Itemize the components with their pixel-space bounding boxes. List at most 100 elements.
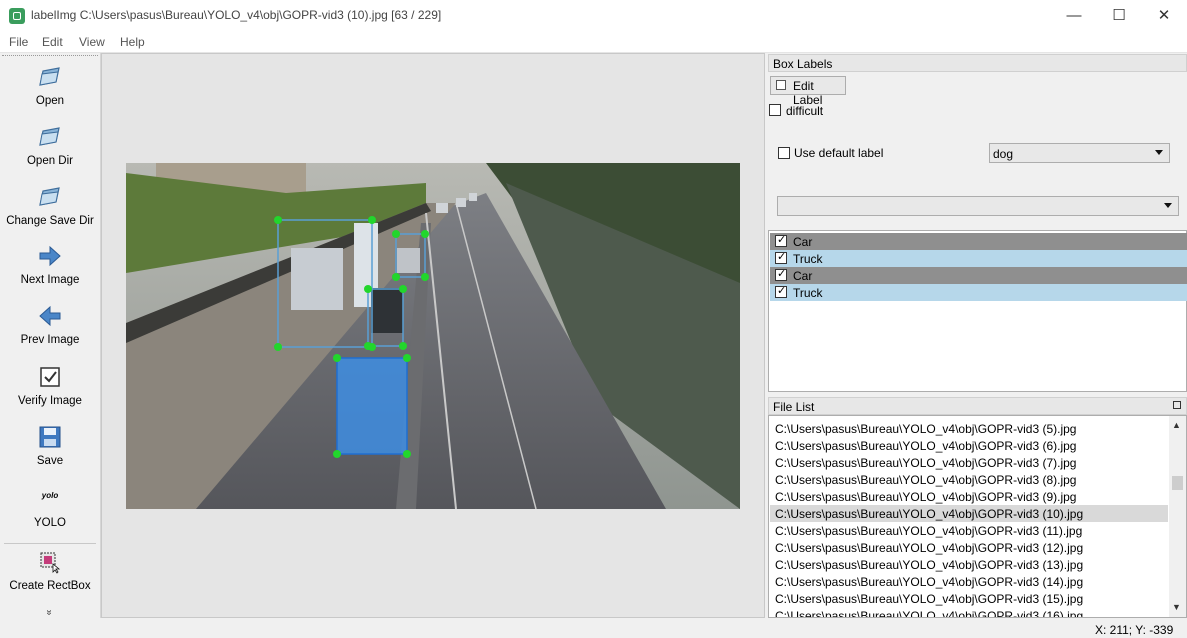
truck-box (277, 219, 373, 348)
next-image-label: Next Image (20, 274, 80, 286)
menu-help[interactable]: Help (120, 35, 145, 49)
box-labels-title: Box Labels (768, 54, 1187, 72)
selected-car-box (336, 357, 408, 455)
file-path: C:\Users\pasus\Bureau\YOLO_v4\obj\GOPR-v… (775, 473, 1077, 487)
file-path: C:\Users\pasus\Bureau\YOLO_v4\obj\GOPR-v… (775, 524, 1083, 538)
file-path: C:\Users\pasus\Bureau\YOLO_v4\obj\GOPR-v… (775, 490, 1077, 504)
chevron-down-icon (1155, 150, 1163, 155)
title-bar: labelImg C:\Users\pasus\Bureau\YOLO_v4\o… (0, 0, 1187, 31)
close-button[interactable]: ✕ (1141, 0, 1187, 31)
menu-edit[interactable]: Edit (42, 35, 63, 49)
scroll-down-icon[interactable]: ▼ (1172, 602, 1181, 612)
minimize-button[interactable]: — (1051, 0, 1097, 31)
open-label: Open (35, 95, 65, 107)
edit-label-button[interactable]: Edit Label (770, 76, 846, 107)
create-rectbox-label: Create RectBox (9, 580, 91, 592)
image-canvas[interactable] (101, 53, 765, 618)
file-list-item[interactable]: C:\Users\pasus\Bureau\YOLO_v4\obj\GOPR-v… (770, 556, 1168, 573)
file-list-scrollbar[interactable]: ▲ ▼ (1169, 416, 1186, 617)
default-label-select[interactable]: dog (989, 143, 1170, 163)
file-path: C:\Users\pasus\Bureau\YOLO_v4\obj\GOPR-v… (775, 439, 1077, 453)
create-rectbox-button[interactable]: Create RectBox (0, 550, 100, 592)
prev-image-button[interactable]: Prev Image (0, 304, 100, 346)
file-list-item[interactable]: C:\Users\pasus\Bureau\YOLO_v4\obj\GOPR-v… (770, 437, 1168, 454)
menu-bar: File Edit View Help (0, 31, 1187, 53)
file-path: C:\Users\pasus\Bureau\YOLO_v4\obj\GOPR-v… (775, 507, 1084, 521)
annotated-image[interactable] (126, 163, 740, 509)
difficult-label: difficult (786, 104, 824, 118)
save-button[interactable]: Save (0, 425, 100, 467)
difficult-checkbox[interactable] (769, 104, 781, 116)
file-list-item[interactable]: C:\Users\pasus\Bureau\YOLO_v4\obj\GOPR-v… (770, 471, 1168, 488)
file-list-item[interactable]: C:\Users\pasus\Bureau\YOLO_v4\obj\GOPR-v… (770, 573, 1168, 590)
checkbox-check-icon (40, 367, 60, 387)
toolbar-grip[interactable] (2, 55, 98, 59)
arrow-right-icon (39, 245, 61, 267)
file-path: C:\Users\pasus\Bureau\YOLO_v4\obj\GOPR-v… (775, 558, 1084, 572)
draw-rectbox-icon (40, 552, 61, 574)
save-label: Save (36, 455, 64, 467)
verify-image-button[interactable]: Verify Image (0, 365, 100, 407)
file-list: C:\Users\pasus\Bureau\YOLO_v4\obj\GOPR-v… (768, 415, 1187, 618)
arrow-left-icon (39, 305, 61, 327)
open-dir-label: Open Dir (26, 155, 74, 167)
cursor-position-status: X: 211; Y: -339 (1095, 623, 1174, 637)
menu-file[interactable]: File (9, 35, 28, 49)
use-default-label-text: Use default label (794, 146, 884, 160)
label-list-item[interactable]: Truck (770, 284, 1187, 301)
file-list-item[interactable]: C:\Users\pasus\Bureau\YOLO_v4\obj\GOPR-v… (770, 522, 1168, 539)
edit-icon (776, 80, 786, 90)
change-save-dir-button[interactable]: Change Save Dir (0, 185, 100, 227)
use-default-label-checkbox[interactable] (778, 147, 790, 159)
format-yolo-label: YOLO (34, 517, 66, 529)
window-title: labelImg C:\Users\pasus\Bureau\YOLO_v4\o… (31, 8, 442, 22)
toolbar-divider (4, 543, 96, 544)
file-path: C:\Users\pasus\Bureau\YOLO_v4\obj\GOPR-v… (775, 422, 1077, 436)
open-button[interactable]: Open (0, 65, 100, 107)
file-path: C:\Users\pasus\Bureau\YOLO_v4\obj\GOPR-v… (775, 609, 1084, 618)
menu-view[interactable]: View (79, 35, 105, 49)
label-list-item[interactable]: Truck (770, 250, 1187, 267)
file-path: C:\Users\pasus\Bureau\YOLO_v4\obj\GOPR-v… (775, 575, 1084, 589)
file-list-item[interactable]: C:\Users\pasus\Bureau\YOLO_v4\obj\GOPR-v… (770, 607, 1168, 618)
file-list-item[interactable]: C:\Users\pasus\Bureau\YOLO_v4\obj\GOPR-v… (770, 539, 1168, 556)
dock-float-icon[interactable] (1173, 401, 1181, 409)
scrollbar-thumb[interactable] (1172, 476, 1183, 490)
next-image-button[interactable]: Next Image (0, 244, 100, 286)
open-dir-button[interactable]: Open Dir (0, 125, 100, 167)
floppy-disk-icon (39, 426, 61, 448)
verify-image-label: Verify Image (18, 395, 82, 407)
folder-open-icon (39, 67, 60, 86)
toolbar-extension-button[interactable]: » (43, 607, 54, 618)
label-list-item[interactable]: Car (770, 233, 1187, 250)
label-visible-checkbox[interactable] (775, 233, 787, 247)
folder-open-icon (39, 127, 60, 146)
scroll-up-icon[interactable]: ▲ (1172, 420, 1181, 430)
default-label-value: dog (993, 147, 1014, 161)
file-path: C:\Users\pasus\Bureau\YOLO_v4\obj\GOPR-v… (775, 456, 1077, 470)
truck-box (395, 233, 426, 278)
label-list-item[interactable]: Car (770, 267, 1187, 284)
file-path: C:\Users\pasus\Bureau\YOLO_v4\obj\GOPR-v… (775, 592, 1084, 606)
file-list-item[interactable]: C:\Users\pasus\Bureau\YOLO_v4\obj\GOPR-v… (770, 454, 1168, 471)
app-icon (9, 8, 25, 24)
car-box (367, 288, 404, 347)
change-save-dir-label: Change Save Dir (6, 215, 94, 227)
bounding-box-overlay[interactable] (126, 163, 740, 509)
label-name: Truck (793, 252, 823, 266)
format-yolo-button[interactable]: yolo YOLO (0, 487, 100, 529)
file-path: C:\Users\pasus\Bureau\YOLO_v4\obj\GOPR-v… (775, 541, 1084, 555)
label-name: Car (793, 235, 813, 249)
file-list-item[interactable]: C:\Users\pasus\Bureau\YOLO_v4\obj\GOPR-v… (770, 420, 1168, 437)
folder-open-icon (39, 187, 60, 206)
toolbar: Open Open Dir Change Save Dir Next Image… (0, 53, 101, 618)
label-visible-checkbox[interactable] (775, 284, 787, 298)
file-list-item-selected[interactable]: C:\Users\pasus\Bureau\YOLO_v4\obj\GOPR-v… (770, 505, 1168, 522)
file-list-item[interactable]: C:\Users\pasus\Bureau\YOLO_v4\obj\GOPR-v… (770, 488, 1168, 505)
label-filter-combo[interactable] (777, 196, 1179, 216)
file-list-title: File List (768, 397, 1187, 415)
maximize-button[interactable]: ☐ (1096, 0, 1142, 31)
label-visible-checkbox[interactable] (775, 267, 787, 281)
label-visible-checkbox[interactable] (775, 250, 787, 264)
file-list-item[interactable]: C:\Users\pasus\Bureau\YOLO_v4\obj\GOPR-v… (770, 590, 1168, 607)
